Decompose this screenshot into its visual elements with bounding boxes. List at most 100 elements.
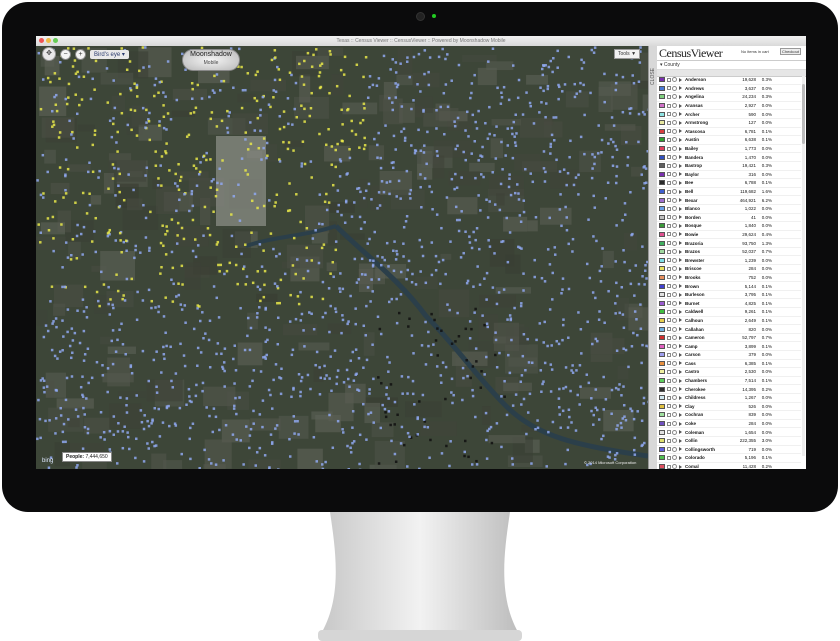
color-swatch[interactable] <box>659 189 665 195</box>
eye-icon[interactable] <box>672 197 677 203</box>
eye-icon[interactable] <box>672 240 677 246</box>
disclosure-arrow-icon[interactable] <box>679 180 682 185</box>
disclosure-arrow-icon[interactable] <box>679 223 682 228</box>
table-row[interactable]: Bandera 1,470 0.0% <box>657 153 801 162</box>
disclosure-arrow-icon[interactable] <box>679 447 682 452</box>
eye-icon[interactable] <box>672 429 677 435</box>
table-row[interactable]: Baylor 316 0.0% <box>657 171 801 180</box>
eye-icon[interactable] <box>672 77 677 83</box>
eye-icon[interactable] <box>672 206 677 212</box>
checkbox-icon[interactable] <box>667 455 671 460</box>
table-row[interactable]: Bastrop 19,421 0.3% <box>657 162 801 171</box>
eye-icon[interactable] <box>672 386 677 392</box>
color-swatch[interactable] <box>659 214 665 220</box>
eye-icon[interactable] <box>672 446 677 452</box>
disclosure-arrow-icon[interactable] <box>679 430 682 435</box>
disclosure-arrow-icon[interactable] <box>679 352 682 357</box>
checkbox-icon[interactable] <box>667 206 671 211</box>
table-row[interactable]: Briscoe 284 0.0% <box>657 265 801 274</box>
disclosure-arrow-icon[interactable] <box>679 292 682 297</box>
color-swatch[interactable] <box>659 464 665 469</box>
table-row[interactable]: Burleson 3,795 0.1% <box>657 291 801 300</box>
checkbox-icon[interactable] <box>667 249 671 254</box>
table-row[interactable]: Cherokee 14,395 0.2% <box>657 385 801 394</box>
checkbox-icon[interactable] <box>667 137 671 142</box>
disclosure-arrow-icon[interactable] <box>679 258 682 263</box>
color-swatch[interactable] <box>659 146 665 152</box>
color-swatch[interactable] <box>659 403 665 409</box>
disclosure-arrow-icon[interactable] <box>679 318 682 323</box>
color-swatch[interactable] <box>659 446 665 452</box>
checkbox-icon[interactable] <box>667 155 671 160</box>
close-window-icon[interactable] <box>39 38 44 43</box>
color-swatch[interactable] <box>659 429 665 435</box>
color-swatch[interactable] <box>659 266 665 272</box>
eye-icon[interactable] <box>672 94 677 100</box>
checkbox-icon[interactable] <box>667 301 671 306</box>
eye-icon[interactable] <box>672 360 677 366</box>
eye-icon[interactable] <box>672 163 677 169</box>
checkbox-icon[interactable] <box>667 163 671 168</box>
table-row[interactable]: Atascosa 6,781 0.1% <box>657 128 801 137</box>
eye-icon[interactable] <box>672 128 677 134</box>
table-row[interactable]: Chambers 7,514 0.1% <box>657 377 801 386</box>
eye-icon[interactable] <box>672 309 677 315</box>
checkbox-icon[interactable] <box>667 412 671 417</box>
color-swatch[interactable] <box>659 163 665 169</box>
checkout-button[interactable]: Checkout <box>780 48 801 55</box>
table-row[interactable]: Castro 2,530 0.0% <box>657 368 801 377</box>
color-swatch[interactable] <box>659 283 665 289</box>
disclosure-arrow-icon[interactable] <box>679 206 682 211</box>
eye-icon[interactable] <box>672 335 677 341</box>
disclosure-arrow-icon[interactable] <box>679 94 682 99</box>
checkbox-icon[interactable] <box>667 172 671 177</box>
scrollbar-thumb[interactable] <box>802 84 805 144</box>
table-row[interactable]: Caldwell 9,261 0.1% <box>657 308 801 317</box>
eye-icon[interactable] <box>672 300 677 306</box>
checkbox-icon[interactable] <box>667 146 671 151</box>
disclosure-arrow-icon[interactable] <box>679 129 682 134</box>
disclosure-arrow-icon[interactable] <box>679 438 682 443</box>
table-row[interactable]: Bailey 1,773 0.0% <box>657 145 801 154</box>
table-row[interactable]: Burnet 4,825 0.1% <box>657 299 801 309</box>
eye-icon[interactable] <box>672 464 677 469</box>
disclosure-arrow-icon[interactable] <box>679 103 682 108</box>
eye-icon[interactable] <box>672 455 677 461</box>
checkbox-icon[interactable] <box>667 335 671 340</box>
table-row[interactable]: Calhoun 2,649 0.1% <box>657 317 801 326</box>
disclosure-arrow-icon[interactable] <box>679 77 682 82</box>
checkbox-icon[interactable] <box>667 447 671 452</box>
disclosure-arrow-icon[interactable] <box>679 249 682 254</box>
disclosure-arrow-icon[interactable] <box>679 327 682 332</box>
color-swatch[interactable] <box>659 111 665 117</box>
table-row[interactable]: Angelina 24,234 0.3% <box>657 93 801 102</box>
table-row[interactable]: Collingsworth 719 0.0% <box>657 446 801 455</box>
color-swatch[interactable] <box>659 412 665 418</box>
disclosure-arrow-icon[interactable] <box>679 369 682 374</box>
view-mode-dropdown[interactable]: Bird's eye ▾ <box>90 49 129 59</box>
eye-icon[interactable] <box>672 223 677 229</box>
disclosure-arrow-icon[interactable] <box>679 378 682 383</box>
color-swatch[interactable] <box>659 421 665 427</box>
color-swatch[interactable] <box>659 154 665 160</box>
color-swatch[interactable] <box>659 438 665 444</box>
color-swatch[interactable] <box>659 369 665 375</box>
disclosure-arrow-icon[interactable] <box>679 464 682 469</box>
color-swatch[interactable] <box>659 292 665 298</box>
color-swatch[interactable] <box>659 120 665 126</box>
eye-icon[interactable] <box>672 438 677 444</box>
eye-icon[interactable] <box>672 412 677 418</box>
zoom-out-icon[interactable]: − <box>60 48 71 60</box>
checkbox-icon[interactable] <box>667 344 671 349</box>
disclosure-arrow-icon[interactable] <box>679 455 682 460</box>
table-row[interactable]: Camp 3,899 0.1% <box>657 342 801 351</box>
disclosure-arrow-icon[interactable] <box>679 146 682 151</box>
disclosure-arrow-icon[interactable] <box>679 215 682 220</box>
panel-scrollbar[interactable] <box>802 76 805 456</box>
disclosure-arrow-icon[interactable] <box>679 387 682 392</box>
disclosure-arrow-icon[interactable] <box>679 412 682 417</box>
color-swatch[interactable] <box>659 343 665 349</box>
checkbox-icon[interactable] <box>667 464 671 469</box>
checkbox-icon[interactable] <box>667 232 671 237</box>
color-swatch[interactable] <box>659 274 665 280</box>
